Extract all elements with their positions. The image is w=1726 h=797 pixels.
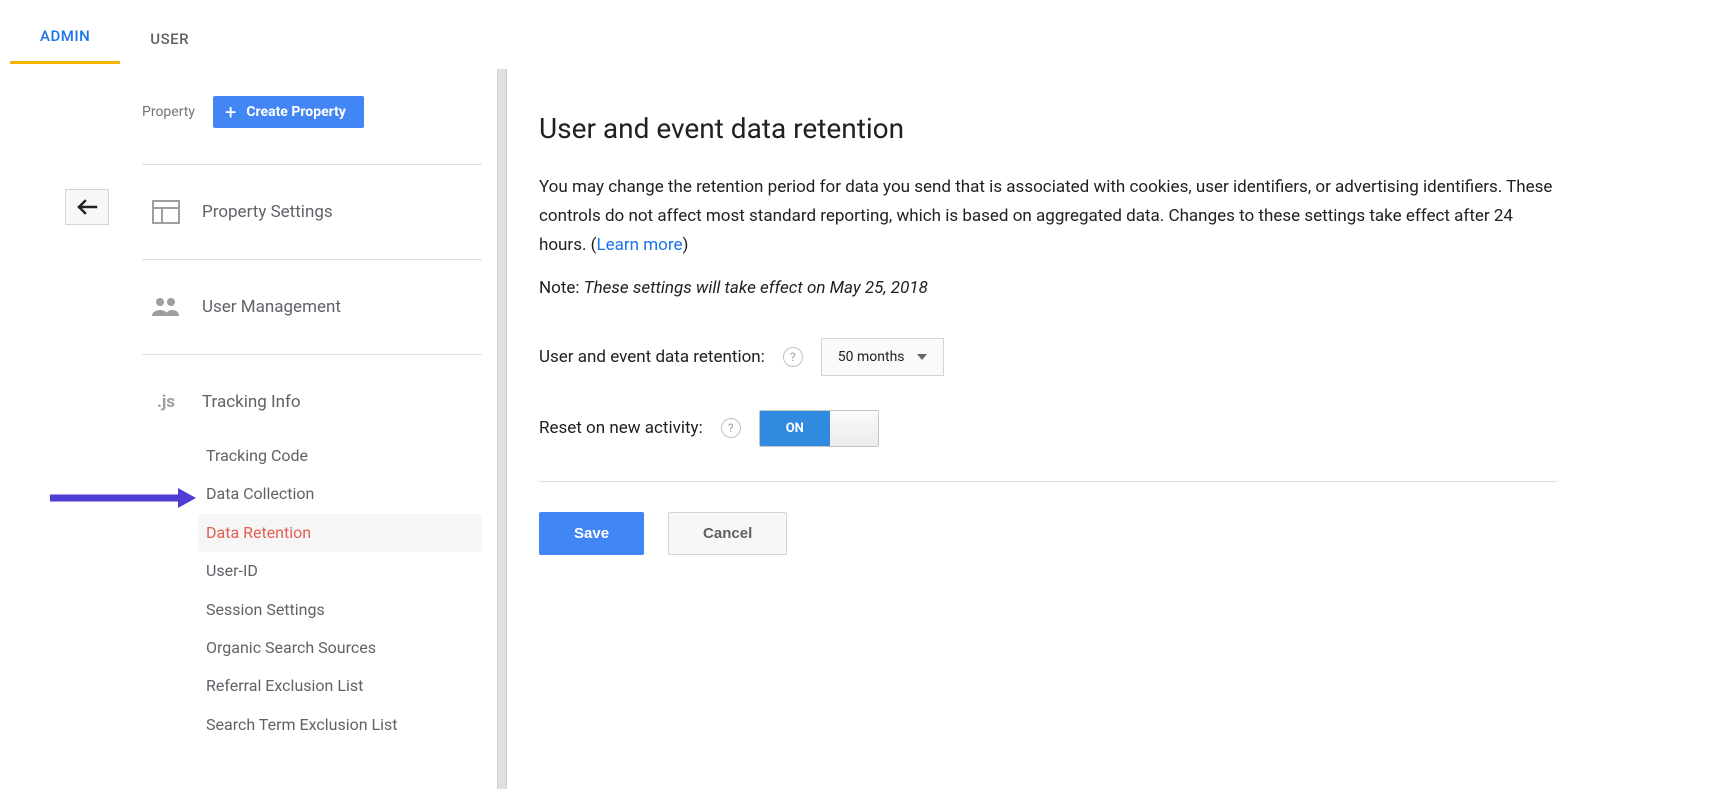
divider xyxy=(142,164,482,165)
intro-text: You may change the retention period for … xyxy=(539,173,1557,260)
retention-value: 50 months xyxy=(838,349,905,365)
nav-user-management[interactable]: User Management xyxy=(142,272,482,342)
tab-user[interactable]: USER xyxy=(120,12,219,64)
help-icon[interactable]: ? xyxy=(783,347,803,367)
divider xyxy=(142,354,482,355)
nav-property-settings[interactable]: Property Settings xyxy=(142,177,482,247)
property-label: Property xyxy=(142,104,195,120)
vertical-divider[interactable] xyxy=(497,69,507,789)
divider xyxy=(142,259,482,260)
nav-tracking-info[interactable]: .js Tracking Info xyxy=(142,367,482,437)
retention-row: User and event data retention: ? 50 mont… xyxy=(539,338,1557,376)
js-icon: .js xyxy=(150,389,182,415)
note-label: Note: xyxy=(539,278,584,298)
cancel-button[interactable]: Cancel xyxy=(668,512,787,555)
subnav-search-term-excl[interactable]: Search Term Exclusion List xyxy=(198,706,482,744)
intro-end: ) xyxy=(683,235,689,255)
annotation-arrow xyxy=(50,488,196,508)
divider xyxy=(539,481,1557,482)
subnav-data-collection[interactable]: Data Collection xyxy=(198,475,482,513)
top-tabs: ADMIN USER xyxy=(0,0,1726,64)
save-button[interactable]: Save xyxy=(539,512,644,555)
note-text: Note: These settings will take effect on… xyxy=(539,278,1557,298)
subnav-tracking-code[interactable]: Tracking Code xyxy=(198,437,482,475)
page-title: User and event data retention xyxy=(539,112,1557,145)
tab-admin[interactable]: ADMIN xyxy=(10,9,120,64)
intro-body: You may change the retention period for … xyxy=(539,177,1552,255)
back-arrow-icon xyxy=(76,199,98,215)
toggle-on-label: ON xyxy=(760,411,830,446)
action-buttons: Save Cancel xyxy=(539,512,1557,555)
nav-label: Tracking Info xyxy=(202,392,301,412)
subnav-organic-sources[interactable]: Organic Search Sources xyxy=(198,629,482,667)
content-area: User and event data retention You may ch… xyxy=(507,64,1587,789)
retention-dropdown[interactable]: 50 months xyxy=(821,338,944,376)
back-button[interactable] xyxy=(65,189,109,225)
reset-row: Reset on new activity: ? ON xyxy=(539,410,1557,447)
subnav-session-settings[interactable]: Session Settings xyxy=(198,591,482,629)
subnav-referral-exclusion[interactable]: Referral Exclusion List xyxy=(198,667,482,705)
nav-label: Property Settings xyxy=(202,202,333,222)
retention-label: User and event data retention: xyxy=(539,347,765,367)
caret-down-icon xyxy=(917,354,927,360)
tracking-subnav: Tracking Code Data Collection Data Reten… xyxy=(142,437,482,744)
subnav-data-retention[interactable]: Data Retention xyxy=(198,514,482,552)
sidebar: Property + Create Property Property Sett… xyxy=(142,64,482,744)
create-property-button[interactable]: + Create Property xyxy=(213,96,364,128)
plus-icon: + xyxy=(225,102,236,122)
people-icon xyxy=(150,294,182,320)
reset-label: Reset on new activity: xyxy=(539,418,703,438)
create-property-label: Create Property xyxy=(246,104,346,120)
layout-icon xyxy=(150,199,182,225)
toggle-off-side xyxy=(830,411,878,446)
subnav-user-id[interactable]: User-ID xyxy=(198,552,482,590)
note-body: These settings will take effect on May 2… xyxy=(584,278,928,298)
learn-more-link[interactable]: Learn more xyxy=(596,235,682,255)
help-icon[interactable]: ? xyxy=(721,418,741,438)
reset-toggle[interactable]: ON xyxy=(759,410,879,447)
nav-label: User Management xyxy=(202,297,341,317)
